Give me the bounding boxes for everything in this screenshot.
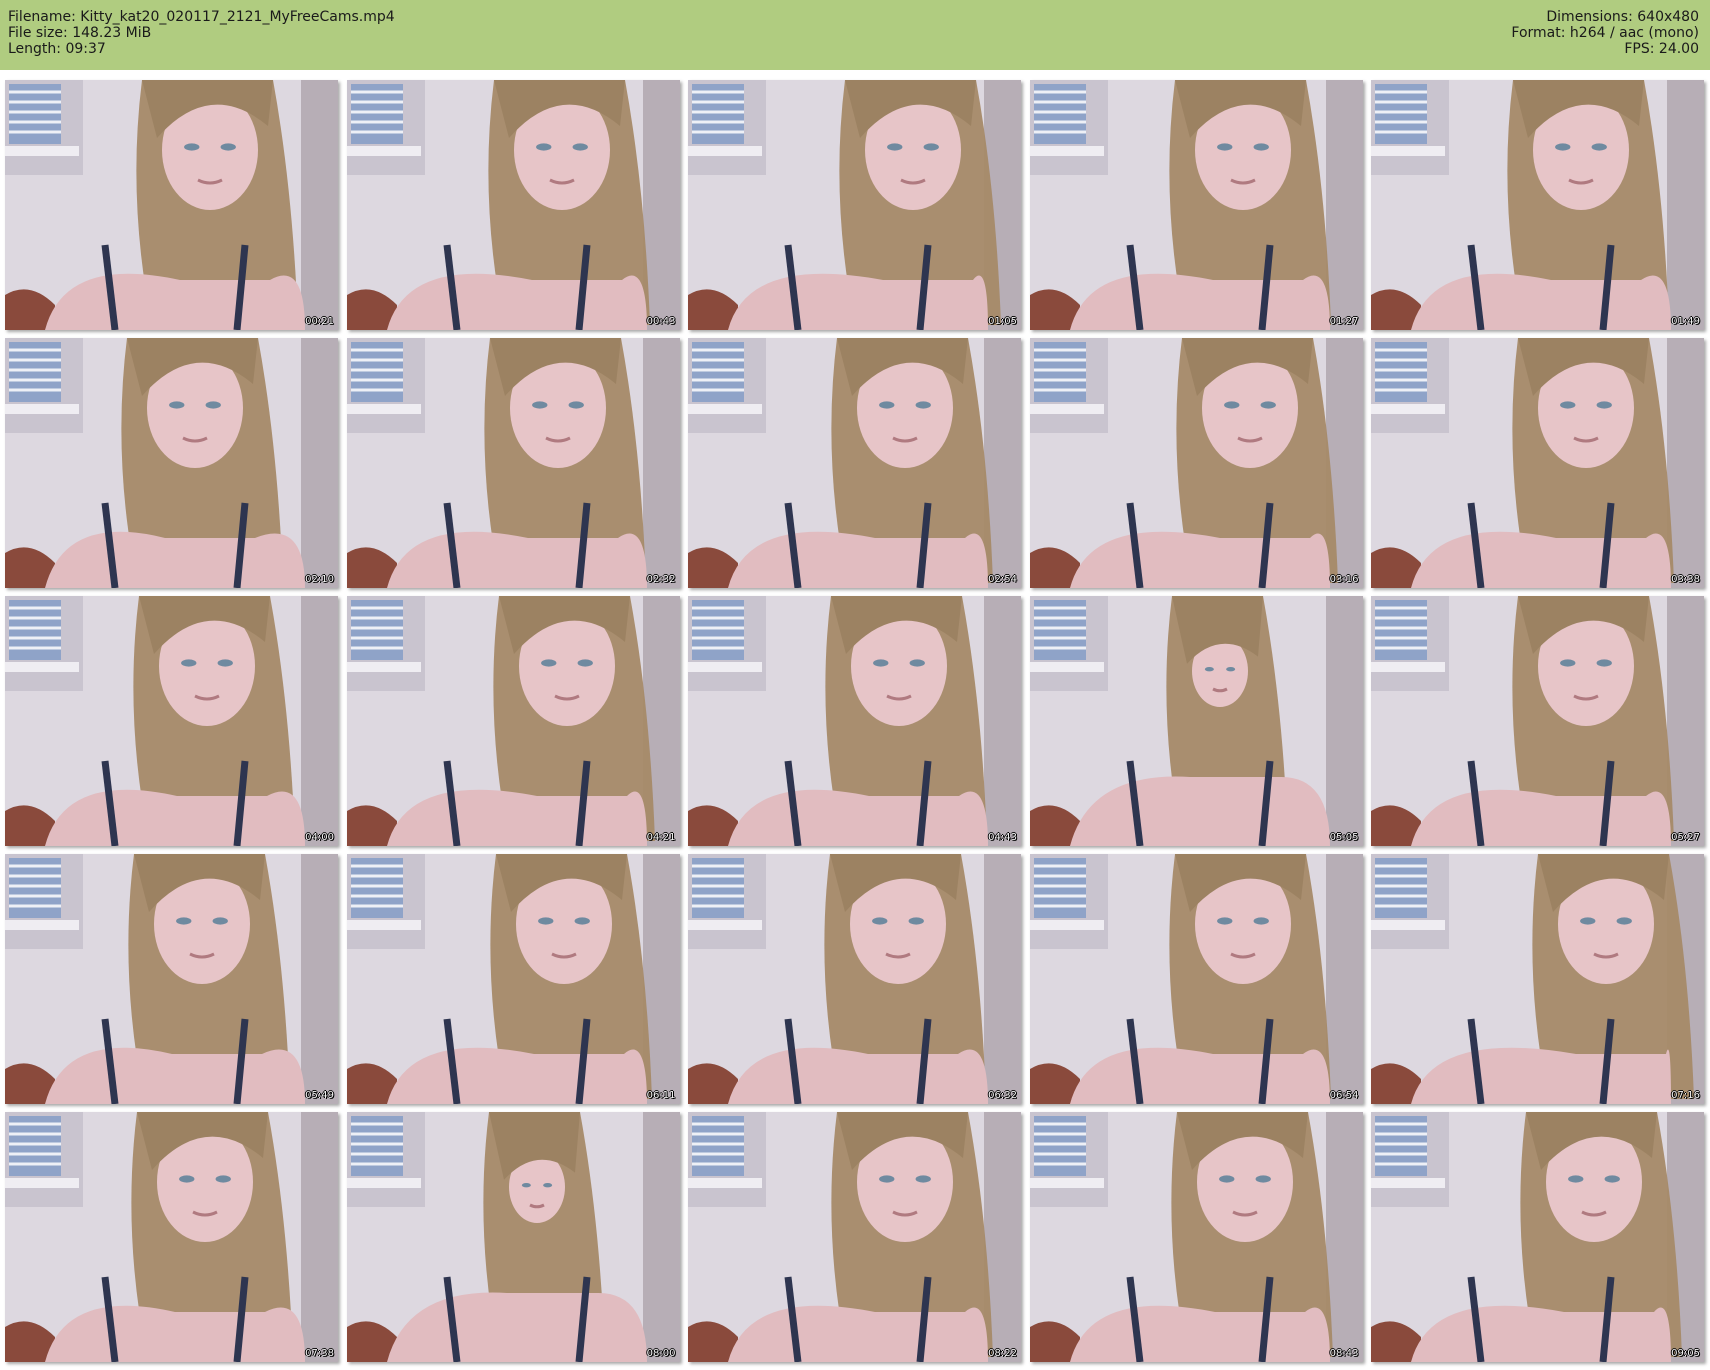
video-thumbnail: 07:16 (1371, 854, 1704, 1104)
timestamp-label: 07:16 (1671, 1089, 1700, 1101)
video-thumbnail: 03:38 (1371, 338, 1704, 588)
timestamp-label: 02:32 (646, 573, 676, 585)
timestamp-label: 06:32 (988, 1089, 1017, 1101)
timestamp-label: 01:27 (1329, 315, 1359, 327)
timestamp-label: 00:21 (305, 315, 334, 327)
video-thumbnail: 06:11 (346, 854, 680, 1104)
timestamp-label: 02:54 (988, 573, 1017, 585)
video-thumbnail: 08:43 (1029, 1112, 1363, 1362)
filename-label: Filename: Kitty_kat20_020117_2121_MyFree… (8, 9, 395, 25)
timestamp-label: 07:38 (305, 1347, 334, 1359)
video-thumbnail: 02:54 (688, 338, 1021, 588)
timestamp-label: 05:49 (305, 1089, 334, 1101)
thumbnail-grid: 00:21 00:43 01:05 01:27 01:49 02:10 02:3… (5, 80, 1705, 1364)
timestamp-label: 03:38 (1671, 573, 1700, 585)
video-thumbnail: 06:54 (1029, 854, 1363, 1104)
video-thumbnail: 05:49 (5, 854, 338, 1104)
timestamp-label: 03:16 (1329, 573, 1359, 585)
timestamp-label: 08:00 (646, 1347, 676, 1359)
timestamp-label: 01:05 (988, 315, 1017, 327)
video-thumbnail: 01:05 (688, 80, 1021, 330)
video-thumbnail: 00:43 (346, 80, 680, 330)
timestamp-label: 04:00 (305, 831, 334, 843)
meta-right: Dimensions: 640x480 Format: h264 / aac (… (1511, 9, 1699, 57)
timestamp-label: 04:43 (988, 831, 1017, 843)
meta-left: Filename: Kitty_kat20_020117_2121_MyFree… (8, 9, 395, 57)
video-thumbnail: 04:21 (346, 596, 680, 846)
video-thumbnail: 08:22 (688, 1112, 1021, 1362)
timestamp-label: 05:05 (1329, 831, 1359, 843)
timestamp-label: 06:11 (646, 1089, 676, 1101)
timestamp-label: 02:10 (305, 573, 334, 585)
timestamp-label: 04:21 (646, 831, 676, 843)
timestamp-label: 09:05 (1671, 1347, 1700, 1359)
video-thumbnail: 09:05 (1371, 1112, 1704, 1362)
video-thumbnail: 04:43 (688, 596, 1021, 846)
video-thumbnail: 05:27 (1371, 596, 1704, 846)
length-label: Length: 09:37 (8, 41, 106, 57)
timestamp-label: 08:43 (1329, 1347, 1359, 1359)
video-thumbnail: 05:05 (1029, 596, 1363, 846)
video-thumbnail: 01:49 (1371, 80, 1704, 330)
video-thumbnail: 07:38 (5, 1112, 338, 1362)
video-thumbnail: 00:21 (5, 80, 338, 330)
video-thumbnail: 02:10 (5, 338, 338, 588)
fps-label: FPS: 24.00 (1624, 41, 1699, 57)
video-thumbnail: 03:16 (1029, 338, 1363, 588)
dimensions-label: Dimensions: 640x480 (1546, 9, 1699, 25)
video-thumbnail: 06:32 (688, 854, 1021, 1104)
timestamp-label: 01:49 (1671, 315, 1700, 327)
file-size-label: File size: 148.23 MiB (8, 25, 152, 41)
timestamp-label: 08:22 (988, 1347, 1017, 1359)
video-thumbnail: 04:00 (5, 596, 338, 846)
format-label: Format: h264 / aac (mono) (1511, 25, 1699, 41)
timestamp-label: 05:27 (1671, 831, 1700, 843)
timestamp-label: 06:54 (1329, 1089, 1359, 1101)
info-header: Filename: Kitty_kat20_020117_2121_MyFree… (0, 0, 1710, 70)
video-thumbnail: 08:00 (346, 1112, 680, 1362)
video-thumbnail: 02:32 (346, 338, 680, 588)
video-thumbnail: 01:27 (1029, 80, 1363, 330)
timestamp-label: 00:43 (646, 315, 676, 327)
